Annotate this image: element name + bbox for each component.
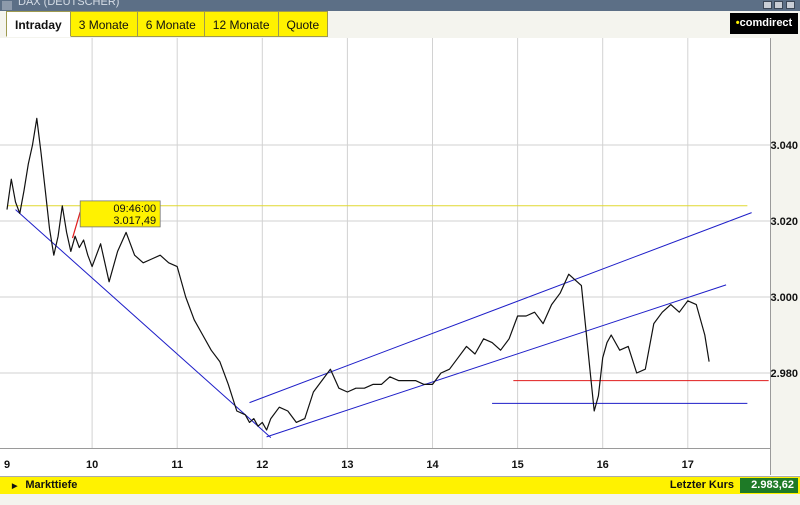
price-series-line <box>6 117 710 431</box>
trend-line <box>15 209 272 438</box>
tab-quote[interactable]: Quote <box>278 11 329 37</box>
y-axis-panel <box>771 38 800 475</box>
tooltip-value: 3.017,49 <box>113 215 156 227</box>
window-title: DAX (DEUTSCHER) <box>18 0 120 8</box>
markttiefe-toggle[interactable]: ▶ Markttiefe <box>12 477 77 494</box>
x-tick-label: 12 <box>256 459 268 471</box>
markttiefe-label: Markttiefe <box>25 479 78 491</box>
chart-canvas: 9 10 11 12 13 14 15 16 17 3.040 3.020 3.000 2.980 09:… <box>0 38 800 475</box>
x-tick-label: 17 <box>682 459 694 471</box>
x-tick-label: 14 <box>426 459 439 471</box>
minimize-button[interactable] <box>763 1 772 9</box>
logo-text: comdirect <box>739 17 793 29</box>
trend-line <box>249 212 752 404</box>
footer-strip <box>0 494 800 505</box>
maximize-button[interactable] <box>774 1 783 9</box>
window-titlebar: DAX (DEUTSCHER) <box>0 0 800 11</box>
x-tick-label: 13 <box>341 459 353 471</box>
x-tick-label: 15 <box>511 459 523 471</box>
y-tick-label: 3.020 <box>770 216 798 228</box>
y-tick-label: 3.040 <box>770 140 798 152</box>
tab-intraday[interactable]: Intraday <box>6 11 71 37</box>
tooltip-pointer <box>71 211 81 239</box>
close-button[interactable] <box>786 1 795 9</box>
tooltip-time: 09:46:00 <box>113 203 156 215</box>
tab-6-monate[interactable]: 6 Monate <box>137 11 205 37</box>
status-bar: ▶ Markttiefe Letzter Kurs 2.983,62 <box>0 476 800 494</box>
y-tick-label: 3.000 <box>770 292 798 304</box>
tab-3-monate[interactable]: 3 Monate <box>70 11 138 37</box>
x-tick-label: 9 <box>4 459 10 471</box>
intraday-chart: 9 10 11 12 13 14 15 16 17 3.040 3.020 3.000 2.980 09:… <box>0 38 800 475</box>
trend-line <box>266 284 727 438</box>
tab-bar: Intraday 3 Monate 6 Monate 12 Monate Quo… <box>0 11 800 38</box>
y-tick-label: 2.980 <box>770 368 798 380</box>
expand-arrow-icon: ▶ <box>12 483 18 490</box>
app-icon <box>2 1 12 10</box>
x-tick-label: 11 <box>171 459 183 471</box>
period-tabs: Intraday 3 Monate 6 Monate 12 Monate Quo… <box>6 11 329 37</box>
tab-12-monate[interactable]: 12 Monate <box>204 11 279 37</box>
comdirect-logo: •comdirect <box>730 13 798 34</box>
letzter-kurs-value: 2.983,62 <box>740 478 798 493</box>
x-tick-label: 16 <box>597 459 609 471</box>
x-tick-label: 10 <box>86 459 98 471</box>
letzter-kurs-label: Letzter Kurs <box>669 479 734 491</box>
